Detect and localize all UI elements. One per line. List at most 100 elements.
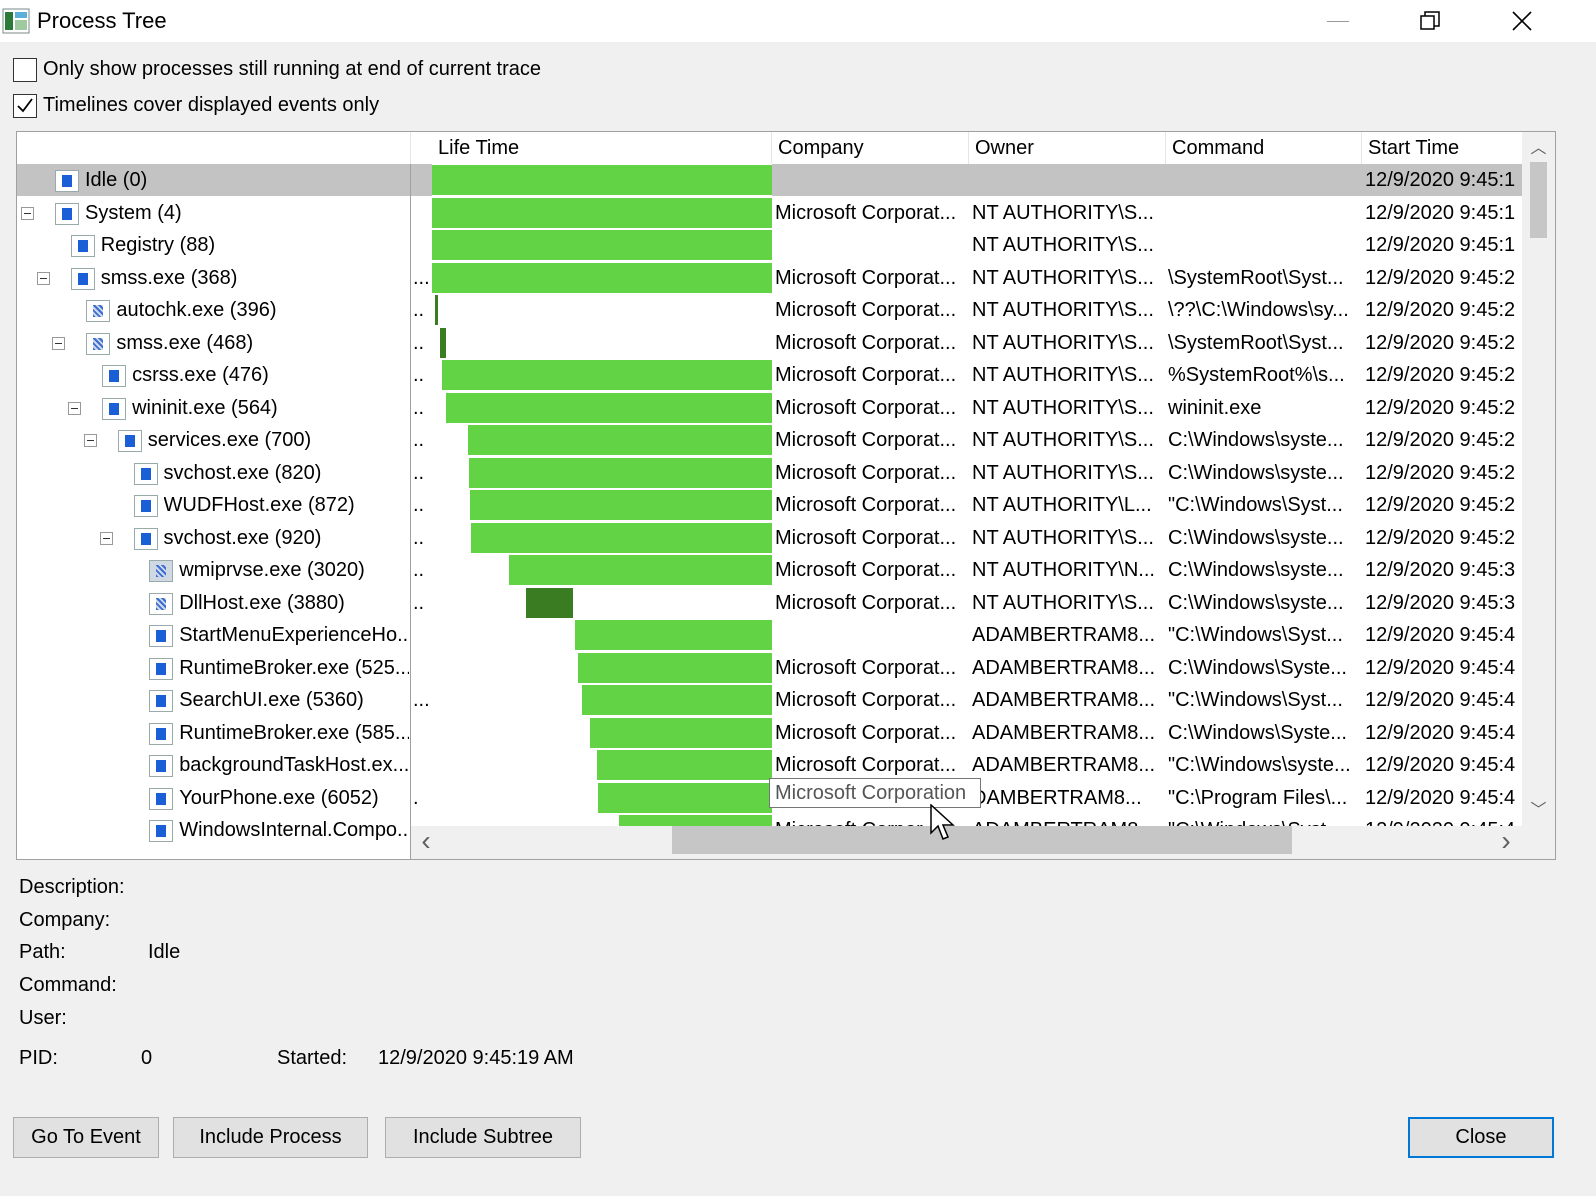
close-window-button[interactable] <box>1490 0 1554 42</box>
lifetime-bar <box>442 360 772 390</box>
company-cell <box>775 164 965 196</box>
company-cell: Microsoft Corporat... <box>775 429 957 451</box>
company-cell: Microsoft Corporat... <box>775 299 957 321</box>
collapse-toggle-icon[interactable] <box>83 434 97 447</box>
process-row[interactable]: autochk.exe (396).. Microsoft Corporat...… <box>17 294 1523 326</box>
company-cell: Microsoft Corporat... <box>775 364 957 386</box>
started-label: Started: <box>277 1047 348 1069</box>
lifetime-overflow-ellipsis: .. <box>413 526 425 549</box>
lifetime-overflow-ellipsis <box>413 164 431 196</box>
company-cell: Microsoft Corporat... <box>775 689 957 711</box>
process-row[interactable]: SearchUI.exe (5360)... Microsoft Corporat… <box>17 684 1523 716</box>
scroll-down-button[interactable]: ﹀ <box>1522 797 1555 825</box>
process-icon <box>149 820 174 842</box>
company-cell: Microsoft Corporat... <box>775 656 957 679</box>
close-button[interactable]: Close <box>1408 1117 1554 1158</box>
process-row[interactable]: WUDFHost.exe (872).. Microsoft Corporat..… <box>17 489 1523 521</box>
command-cell: "C:\Program Files\... <box>1168 786 1348 809</box>
process-icon <box>55 202 79 225</box>
process-row[interactable]: backgroundTaskHost.ex... Microsoft Corpor… <box>17 749 1523 781</box>
company-cell <box>775 229 965 261</box>
pid-value: 0 <box>141 1047 153 1069</box>
scroll-left-button[interactable]: ‹ <box>411 826 441 859</box>
running-only-checkbox[interactable] <box>13 58 37 82</box>
go-to-event-button[interactable]: Go To Event <box>13 1117 159 1158</box>
owner-cell: NT AUTHORITY\S... <box>972 526 1154 549</box>
start-time-cell: 12/9/2020 9:45:1 <box>1365 169 1516 191</box>
minimize-icon <box>1327 20 1349 22</box>
collapse-toggle-icon[interactable] <box>21 206 34 220</box>
process-row[interactable]: svchost.exe (920).. Microsoft Corporat...… <box>17 522 1523 554</box>
process-row[interactable]: svchost.exe (820).. Microsoft Corporat...… <box>17 457 1523 489</box>
collapse-toggle-icon[interactable] <box>99 531 113 545</box>
lifetime-bar <box>432 262 772 293</box>
process-row[interactable]: wmiprvse.exe (3020).. Microsoft Corporat.… <box>17 554 1523 586</box>
command-cell: C:\Windows\syste... <box>1168 526 1344 549</box>
collapse-toggle-icon[interactable] <box>52 336 66 350</box>
lifetime-bar <box>435 295 439 325</box>
lifetime-overflow-ellipsis: .. <box>413 331 425 354</box>
lifetime-bar <box>596 750 772 780</box>
process-row[interactable]: wininit.exe (564).. Microsoft Corporat...… <box>17 392 1523 424</box>
process-name: WindowsInternal.Compo... <box>179 819 409 841</box>
process-icon <box>149 625 174 647</box>
lifetime-bar <box>471 522 772 553</box>
tree-pane-splitter[interactable] <box>410 164 411 859</box>
column-header-lifetime[interactable]: Life Time <box>432 132 772 164</box>
start-time-cell: 12/9/2020 9:45:3 <box>1365 559 1516 581</box>
column-header-company[interactable]: Company <box>772 132 969 164</box>
company-cell: Microsoft Corporat... <box>775 591 957 614</box>
restore-button[interactable] <box>1398 0 1462 42</box>
column-header-process[interactable] <box>17 132 411 164</box>
process-row[interactable]: csrss.exe (476).. Microsoft Corporat... NT… <box>17 359 1523 391</box>
process-name: services.exe (700) <box>147 429 312 451</box>
horizontal-scroll-thumb[interactable] <box>672 826 1292 854</box>
lifetime-overflow-ellipsis: . <box>413 786 419 809</box>
collapse-toggle-icon[interactable] <box>36 271 50 285</box>
process-row[interactable]: RuntimeBroker.exe (525... Microsoft Corpo… <box>17 652 1523 684</box>
owner-cell: NT AUTHORITY\S... <box>972 591 1154 614</box>
horizontal-scrollbar[interactable]: ‹ › <box>411 826 1555 859</box>
process-row[interactable]: DllHost.exe (3880).. Microsoft Corporat..… <box>17 587 1523 619</box>
include-process-button[interactable]: Include Process <box>173 1117 368 1158</box>
process-row[interactable]: services.exe (700).. Microsoft Corporat..… <box>17 424 1523 456</box>
start-time-cell: 12/9/2020 9:45:4 <box>1365 721 1516 744</box>
process-icon <box>149 755 174 777</box>
process-tree-app-icon <box>2 8 30 34</box>
process-name: Idle (0) <box>85 164 409 196</box>
start-time-cell: 12/9/2020 9:45:1 <box>1365 201 1516 224</box>
column-header-command[interactable]: Command <box>1166 132 1362 164</box>
command-cell: "C:\Windows\Syst... <box>1168 689 1343 711</box>
process-tree-grid[interactable]: Life Time Company Owner Command Start Ti… <box>16 131 1556 860</box>
collapse-toggle-icon[interactable] <box>68 401 82 415</box>
process-row[interactable]: Idle (0) 12/9/2020 9:45:1 <box>17 164 1523 196</box>
vertical-scroll-thumb[interactable] <box>1530 162 1547 239</box>
company-cell: Microsoft Corporat... <box>775 461 957 484</box>
process-row[interactable]: smss.exe (468).. Microsoft Corporat... NT … <box>17 327 1523 359</box>
path-label: Path: <box>19 941 66 963</box>
column-header-start-time[interactable]: Start Time <box>1362 132 1523 164</box>
owner-cell: ADAMBERTRAM8... <box>972 689 1155 711</box>
process-row[interactable]: smss.exe (368)... Microsoft Corporat... NT… <box>17 262 1523 294</box>
include-subtree-button[interactable]: Include Subtree <box>385 1117 581 1158</box>
process-row[interactable]: RuntimeBroker.exe (585... Microsoft Corpo… <box>17 717 1523 749</box>
scroll-up-button[interactable]: ︿ <box>1522 134 1555 162</box>
column-header-owner[interactable]: Owner <box>969 132 1166 164</box>
lifetime-overflow-ellipsis: .. <box>413 364 425 386</box>
mouse-cursor-icon <box>930 804 955 840</box>
process-row[interactable]: System (4) Microsoft Corporat... NT AUTHOR… <box>17 197 1523 229</box>
owner-cell: NT AUTHORITY\S... <box>972 234 1154 256</box>
minimize-button[interactable] <box>1306 0 1370 42</box>
process-icon <box>102 365 127 387</box>
owner-cell: NT AUTHORITY\S... <box>972 331 1154 354</box>
vertical-scrollbar[interactable]: ︿ ﹀ <box>1522 132 1555 827</box>
process-name: WUDFHost.exe (872) <box>163 494 355 516</box>
process-row[interactable]: Registry (88) NT AUTHORITY\S... 12/9/2020 … <box>17 229 1523 261</box>
scroll-right-button[interactable]: › <box>1491 826 1521 859</box>
timelines-cover-checkbox[interactable] <box>13 94 37 118</box>
process-name: svchost.exe (820) <box>163 461 322 484</box>
start-time-cell: 12/9/2020 9:45:2 <box>1365 461 1516 484</box>
restore-icon <box>1420 11 1440 30</box>
process-icon <box>149 787 174 810</box>
process-row[interactable]: StartMenuExperienceHo... ADAMBERTRAM8... "… <box>17 619 1523 651</box>
